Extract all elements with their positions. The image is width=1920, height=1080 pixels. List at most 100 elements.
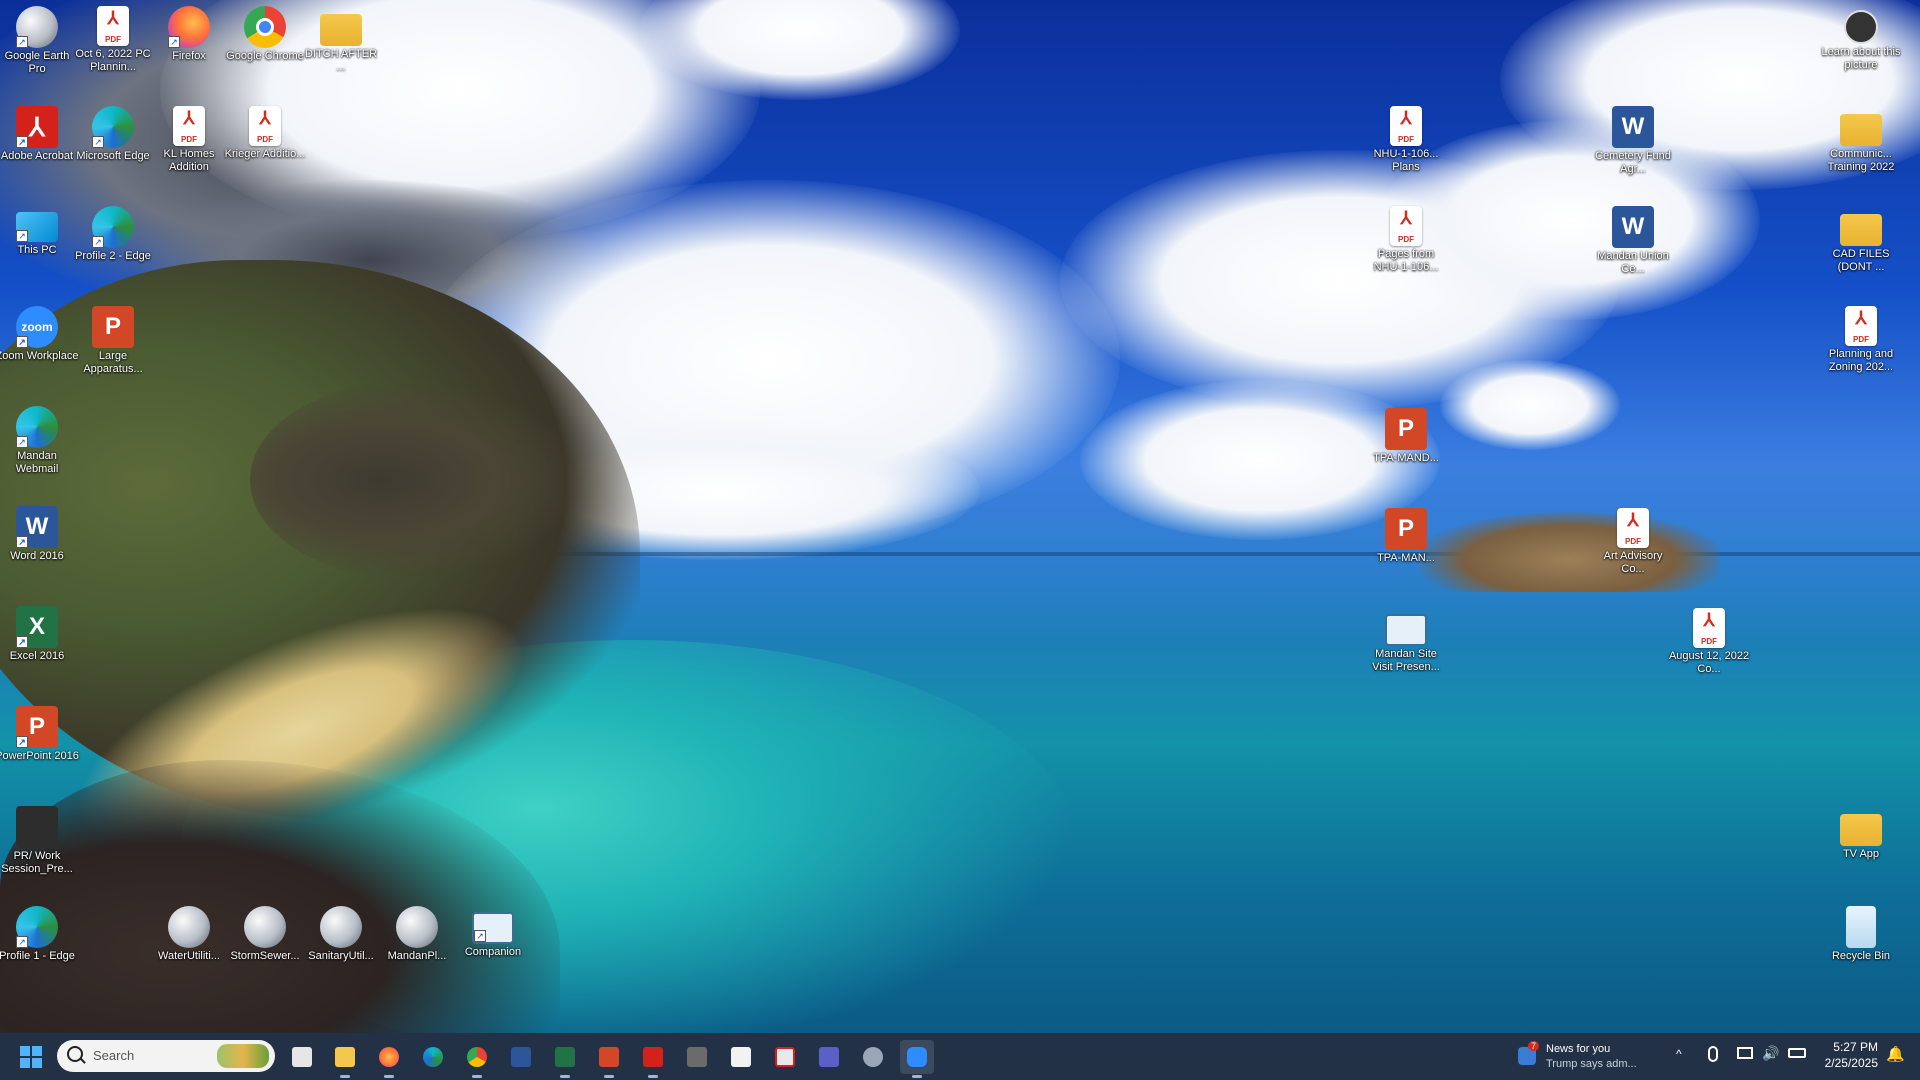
taskbar-firefox[interactable] xyxy=(372,1040,406,1078)
desktop-icon-firefox[interactable]: ↗ Firefox xyxy=(147,6,231,63)
desktop-icon-microsoft-edge[interactable]: ↗ Microsoft Edge xyxy=(71,106,155,163)
desktop-icon-pages-from-nhu[interactable]: Pages from NHU-1-106... xyxy=(1364,206,1448,274)
desktop-icon-mandan-planning[interactable]: MandanPl... xyxy=(375,906,459,963)
google-earth-icon: ↗ xyxy=(16,6,58,48)
desktop-icon-tv-app[interactable]: TV App xyxy=(1819,806,1903,861)
desktop-icon-nhu-plans[interactable]: NHU-1-106... Plans xyxy=(1364,106,1448,174)
zoom-icon xyxy=(907,1047,927,1067)
windows-logo-icon xyxy=(20,1046,42,1068)
icon-label: Mandan Site Visit Presen... xyxy=(1372,648,1440,673)
desktop-icon-recycle-bin[interactable]: Recycle Bin xyxy=(1819,906,1903,963)
presentation-icon xyxy=(687,1047,707,1067)
pdf-icon xyxy=(173,106,205,146)
desktop-icon-word-2016[interactable]: W ↗ Word 2016 xyxy=(0,506,79,563)
pdf-icon xyxy=(97,6,129,46)
news-widget[interactable]: 7 News for you Trump says adm... xyxy=(1518,1041,1678,1073)
desktop-icon-oct-6-pdf[interactable]: Oct 6, 2022 PC Plannin... xyxy=(71,6,155,74)
volume-icon[interactable]: 🔊 xyxy=(1762,1045,1779,1062)
desktop-icon-adobe-acrobat[interactable]: ⅄ ↗ Adobe Acrobat xyxy=(0,106,79,163)
desktop-icon-sanitary-utilities[interactable]: SanitaryUtil... xyxy=(299,906,383,963)
start-button[interactable] xyxy=(14,1040,48,1074)
taskbar-zoom[interactable] xyxy=(900,1040,934,1078)
desktop-icon-mandan-site-visit[interactable]: Mandan Site Visit Presen... xyxy=(1364,608,1448,674)
icon-label: Profile 1 - Edge xyxy=(0,950,75,962)
desktop-icon-ditch-after[interactable]: DITCH AFTER ... xyxy=(299,6,383,74)
desktop-icon-this-pc[interactable]: ↗ This PC xyxy=(0,206,79,257)
desktop-icon-kl-homes-addition[interactable]: KL Homes Addition xyxy=(147,106,231,174)
search-placeholder: Search xyxy=(93,1048,135,1063)
taskbar-chrome[interactable] xyxy=(460,1040,494,1078)
desktop-icon-communications-training[interactable]: Communic... Training 2022 xyxy=(1819,106,1903,174)
desktop-icon-mandan-union[interactable]: W Mandan Union Ce... xyxy=(1591,206,1675,276)
battery-icon[interactable] xyxy=(1788,1048,1806,1058)
edge-icon: ↗ xyxy=(92,106,134,148)
powerpoint-icon: P xyxy=(1385,408,1427,450)
taskbar-powerpoint[interactable] xyxy=(592,1040,626,1078)
desktop-icon-large-apparatus[interactable]: P Large Apparatus... xyxy=(71,306,155,376)
desktop-icon-planning-zoning[interactable]: Planning and Zoning 202... xyxy=(1819,306,1903,374)
icon-label: CAD FILES (DONT ... xyxy=(1832,248,1890,273)
edge-icon: ↗ xyxy=(16,906,58,948)
desktop-icon-google-earth-pro[interactable]: ↗ Google Earth Pro xyxy=(0,6,79,76)
wallpaper-island xyxy=(1420,512,1720,592)
icon-label: DITCH AFTER ... xyxy=(304,48,378,73)
edge-icon: ↗ xyxy=(92,206,134,248)
taskbar-acrobat[interactable] xyxy=(636,1040,670,1078)
desktop-icon-cemetery-fund[interactable]: W Cemetery Fund Agr... xyxy=(1591,106,1675,176)
icon-label: Microsoft Edge xyxy=(76,150,150,162)
icon-label: Google Earth Pro xyxy=(4,50,70,75)
taskbar-search-box[interactable]: Search xyxy=(57,1040,275,1072)
notification-bell-icon[interactable]: 🔔 xyxy=(1886,1045,1905,1063)
icon-label: This PC xyxy=(17,244,57,256)
taskbar-edge[interactable] xyxy=(416,1040,450,1074)
news-title: News for you xyxy=(1546,1043,1611,1055)
microphone-icon[interactable] xyxy=(1708,1046,1718,1062)
taskbar-snipping[interactable] xyxy=(768,1040,802,1074)
desktop-icon-mandan-webmail[interactable]: ↗ Mandan Webmail xyxy=(0,406,79,476)
powerpoint-icon: P ↗ xyxy=(16,706,58,748)
show-hidden-icons-button[interactable]: ^ xyxy=(1676,1047,1682,1061)
google-earth-icon xyxy=(168,906,210,948)
taskbar-notepad[interactable] xyxy=(724,1040,758,1074)
presentation-icon xyxy=(16,806,58,848)
desktop-icon-art-advisory[interactable]: Art Advisory Co... xyxy=(1591,508,1675,576)
clock-date: 2/25/2025 xyxy=(1824,1056,1878,1070)
desktop-icon-profile-2-edge[interactable]: ↗ Profile 2 - Edge xyxy=(71,206,155,263)
taskbar-presentation[interactable] xyxy=(680,1040,714,1074)
taskbar-teams[interactable] xyxy=(812,1040,846,1074)
task-view-button[interactable] xyxy=(285,1040,319,1074)
this-pc-icon: ↗ xyxy=(16,212,58,242)
icon-label: Mandan Webmail xyxy=(15,450,59,475)
desktop-icon-august-12[interactable]: August 12, 2022 Co... xyxy=(1667,608,1751,676)
news-badge: 7 xyxy=(1528,1041,1540,1051)
pdf-icon xyxy=(249,106,281,146)
desktop-icon-companion[interactable]: ↗ Companion xyxy=(451,906,535,959)
icon-label: Krieger Additio... xyxy=(224,148,306,160)
chrome-icon xyxy=(244,6,286,48)
clock[interactable]: 5:27 PM 2/25/2025 xyxy=(1812,1039,1878,1071)
desktop-icon-krieger-addition[interactable]: Krieger Additio... xyxy=(223,106,307,161)
taskbar-file-explorer[interactable] xyxy=(328,1040,362,1078)
taskbar-excel[interactable] xyxy=(548,1040,582,1078)
icon-label: Google Chrome xyxy=(226,50,304,62)
desktop-icon-profile-1-edge[interactable]: ↗ Profile 1 - Edge xyxy=(0,906,79,963)
news-subtitle: Trump says adm... xyxy=(1546,1058,1637,1070)
display-icon[interactable] xyxy=(1737,1047,1753,1059)
desktop-icon-tpa-man-2[interactable]: P TPA-MAN... xyxy=(1364,508,1448,565)
desktop-icon-cad-files[interactable]: CAD FILES (DONT ... xyxy=(1819,206,1903,274)
presentation-icon xyxy=(1385,614,1427,646)
taskbar-word[interactable] xyxy=(504,1040,538,1074)
desktop-icon-tpa-mand-1[interactable]: P TPA-MAND... xyxy=(1364,408,1448,465)
desktop-icon-powerpoint-2016[interactable]: P ↗ PowerPoint 2016 xyxy=(0,706,79,763)
desktop-icon-storm-sewer[interactable]: StormSewer... xyxy=(223,906,307,963)
icon-label: WaterUtiliti... xyxy=(158,950,220,962)
edge-icon: ↗ xyxy=(16,406,58,448)
desktop-icon-excel-2016[interactable]: X ↗ Excel 2016 xyxy=(0,606,79,663)
taskbar-settings[interactable] xyxy=(856,1040,890,1074)
desktop-icon-learn-about-picture[interactable]: Learn about this picture xyxy=(1819,10,1903,72)
desktop-icon-google-chrome[interactable]: Google Chrome xyxy=(223,6,307,63)
desktop-icon-water-utilities[interactable]: WaterUtiliti... xyxy=(147,906,231,963)
desktop-icon-pr-work-session[interactable]: PR/ Work Session_Pre... xyxy=(0,806,79,876)
desktop-icon-zoom-workplace[interactable]: zoom ↗ Zoom Workplace xyxy=(0,306,79,363)
powerpoint-icon xyxy=(599,1047,619,1067)
